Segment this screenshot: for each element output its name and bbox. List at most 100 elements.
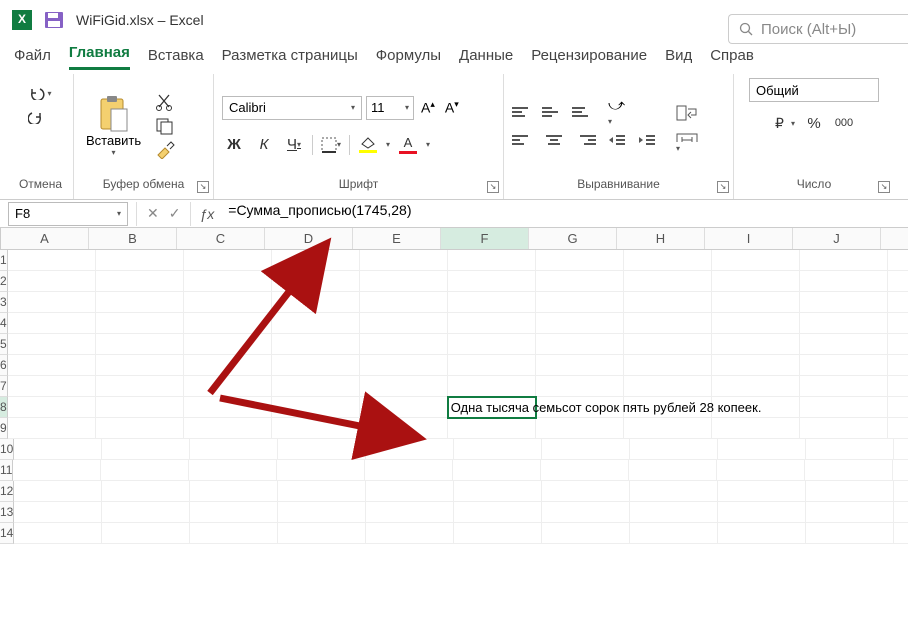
- cell-H2[interactable]: [624, 271, 712, 292]
- cell-E13[interactable]: [366, 502, 454, 523]
- cell-G9[interactable]: [536, 418, 624, 439]
- cell-J7[interactable]: [800, 376, 888, 397]
- cell-H10[interactable]: [630, 439, 718, 460]
- column-header[interactable]: J: [793, 228, 881, 249]
- cell-G6[interactable]: [536, 355, 624, 376]
- cell-B6[interactable]: [96, 355, 184, 376]
- cell-G4[interactable]: [536, 313, 624, 334]
- cell-E4[interactable]: [360, 313, 448, 334]
- cell-E7[interactable]: [360, 376, 448, 397]
- cell-K9[interactable]: [888, 418, 908, 439]
- cell-C4[interactable]: [184, 313, 272, 334]
- cell-I7[interactable]: [712, 376, 800, 397]
- paste-button[interactable]: Вставить ▾: [82, 95, 145, 157]
- cell-H13[interactable]: [630, 502, 718, 523]
- shrink-font-button[interactable]: A▾: [442, 99, 462, 116]
- align-middle-button[interactable]: [542, 102, 566, 122]
- cell-B13[interactable]: [102, 502, 190, 523]
- cell-K5[interactable]: [888, 334, 908, 355]
- cell-A4[interactable]: [8, 313, 96, 334]
- cell-J1[interactable]: [800, 250, 888, 271]
- tab-рецензирование[interactable]: Рецензирование: [531, 47, 647, 70]
- cell-B3[interactable]: [96, 292, 184, 313]
- cell-D8[interactable]: [272, 397, 360, 418]
- cell-H9[interactable]: [624, 418, 712, 439]
- cut-icon[interactable]: [155, 93, 175, 111]
- cell-K7[interactable]: [888, 376, 908, 397]
- row-header[interactable]: 7: [0, 376, 8, 397]
- cell-G7[interactable]: [536, 376, 624, 397]
- dialog-launcher-icon[interactable]: ↘: [717, 181, 729, 193]
- row-header[interactable]: 4: [0, 313, 8, 334]
- row-header[interactable]: 13: [0, 502, 14, 523]
- enter-formula-icon[interactable]: ✓: [169, 205, 181, 222]
- cell-F12[interactable]: [454, 481, 542, 502]
- row-header[interactable]: 10: [0, 439, 14, 460]
- cell-K13[interactable]: [894, 502, 908, 523]
- number-format-select[interactable]: Общий: [749, 78, 879, 102]
- wrap-text-button[interactable]: [676, 103, 704, 123]
- cell-A1[interactable]: [8, 250, 96, 271]
- cell-K3[interactable]: [888, 292, 908, 313]
- column-header[interactable]: H: [617, 228, 705, 249]
- cell-E14[interactable]: [366, 523, 454, 544]
- column-header[interactable]: B: [89, 228, 177, 249]
- cell-I6[interactable]: [712, 355, 800, 376]
- cell-B8[interactable]: [96, 397, 184, 418]
- italic-button[interactable]: К: [252, 134, 276, 156]
- tab-справ[interactable]: Справ: [710, 47, 754, 70]
- undo-button[interactable]: ▾: [28, 84, 54, 102]
- name-box[interactable]: F8▾: [8, 202, 128, 226]
- dialog-launcher-icon[interactable]: ↘: [878, 181, 890, 193]
- dialog-launcher-icon[interactable]: ↘: [197, 181, 209, 193]
- cell-D12[interactable]: [278, 481, 366, 502]
- cell-G11[interactable]: [541, 460, 629, 481]
- cell-E2[interactable]: [360, 271, 448, 292]
- column-header[interactable]: I: [705, 228, 793, 249]
- tab-разметка страницы[interactable]: Разметка страницы: [222, 47, 358, 70]
- cell-C11[interactable]: [189, 460, 277, 481]
- cell-A10[interactable]: [14, 439, 102, 460]
- cancel-formula-icon[interactable]: ✕: [147, 205, 159, 222]
- cell-H4[interactable]: [624, 313, 712, 334]
- bold-button[interactable]: Ж: [222, 134, 246, 156]
- cell-J2[interactable]: [800, 271, 888, 292]
- cell-B2[interactable]: [96, 271, 184, 292]
- chevron-down-icon[interactable]: ▾: [48, 89, 52, 98]
- tab-вид[interactable]: Вид: [665, 47, 692, 70]
- cell-A14[interactable]: [14, 523, 102, 544]
- cell-J5[interactable]: [800, 334, 888, 355]
- chevron-down-icon[interactable]: ▾: [386, 140, 390, 149]
- cell-H1[interactable]: [624, 250, 712, 271]
- cell-I11[interactable]: [717, 460, 805, 481]
- orientation-button[interactable]: ⤻▾: [608, 102, 640, 122]
- accounting-format-button[interactable]: ₽▾: [772, 112, 796, 134]
- cell-B11[interactable]: [101, 460, 189, 481]
- cell-I4[interactable]: [712, 313, 800, 334]
- cell-E5[interactable]: [360, 334, 448, 355]
- merge-button[interactable]: ▾: [676, 133, 712, 153]
- cell-F5[interactable]: [448, 334, 536, 355]
- font-name-select[interactable]: Calibri▾: [222, 96, 362, 120]
- font-size-select[interactable]: 11▾: [366, 96, 414, 120]
- cell-C13[interactable]: [190, 502, 278, 523]
- cell-D11[interactable]: [277, 460, 365, 481]
- align-right-button[interactable]: [572, 130, 596, 150]
- column-header[interactable]: D: [265, 228, 353, 249]
- cell-D14[interactable]: [278, 523, 366, 544]
- cell-E12[interactable]: [366, 481, 454, 502]
- cell-K4[interactable]: [888, 313, 908, 334]
- cell-D7[interactable]: [272, 376, 360, 397]
- cell-F6[interactable]: [448, 355, 536, 376]
- cell-D9[interactable]: [272, 418, 360, 439]
- fx-icon[interactable]: ƒx: [199, 206, 214, 222]
- redo-button[interactable]: [28, 108, 54, 126]
- cell-I2[interactable]: [712, 271, 800, 292]
- align-left-button[interactable]: [512, 130, 536, 150]
- decrease-indent-button[interactable]: [608, 130, 632, 150]
- cell-E10[interactable]: [366, 439, 454, 460]
- cell-D6[interactable]: [272, 355, 360, 376]
- chevron-down-icon[interactable]: ▾: [112, 148, 116, 157]
- cell-G3[interactable]: [536, 292, 624, 313]
- cell-H7[interactable]: [624, 376, 712, 397]
